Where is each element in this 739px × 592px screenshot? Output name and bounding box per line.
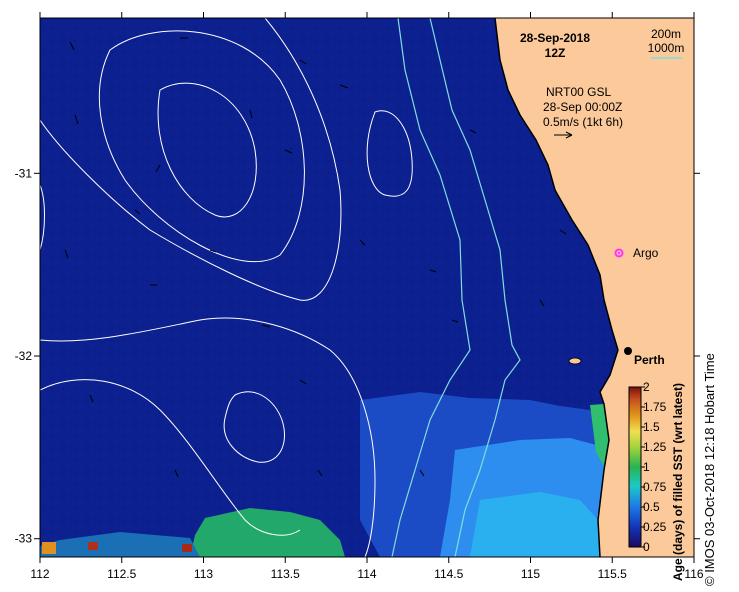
x-tick-label: 115 (521, 567, 540, 581)
current-legend-source: NRT00 GSL (546, 85, 611, 99)
colorbar-title: Age (days) of filled SST (wrt latest) (671, 382, 685, 581)
age-patch-red-2 (182, 544, 192, 552)
x-tick-label: 113.5 (271, 567, 300, 581)
perth-label: Perth (634, 353, 665, 367)
map-time: 12Z (545, 46, 566, 60)
bathy-legend-200m: 200m (651, 27, 681, 41)
sst-age-map: 28-Sep-2018 12Z 200m 1000m NRT00 GSL 28-… (15, 12, 704, 581)
x-tick-label: 114 (357, 567, 376, 581)
age-patch-red (88, 542, 98, 550)
colorbar-tick-label: 2 (643, 380, 650, 394)
x-tick-label: 113 (194, 567, 213, 581)
colorbar-tick-label: 1.5 (643, 420, 660, 434)
colorbar-tick-label: 1.75 (643, 400, 667, 414)
colorbar-tick-label: 1.25 (643, 440, 667, 454)
colorbar-tick-label: 0 (643, 540, 650, 554)
y-tick-label: -31 (15, 166, 33, 180)
map-date: 28-Sep-2018 (520, 31, 590, 45)
argo-label: Argo (633, 246, 659, 260)
current-legend-scale: 0.5m/s (1kt 6h) (543, 115, 623, 129)
colorbar-tick-label: 0.25 (643, 520, 667, 534)
rottnest-island (568, 357, 582, 365)
imos-credit: © IMOS 03-Oct-2018 12:18 Hobart Time (702, 353, 717, 586)
colorbar-tick-label: 0.5 (643, 500, 660, 514)
colorbar-tick-label: 0.75 (643, 480, 667, 494)
perth-marker (624, 347, 632, 355)
bathy-legend-1000m: 1000m (648, 41, 685, 55)
x-tick-label: 112.5 (107, 567, 136, 581)
y-tick-label: -33 (15, 532, 33, 546)
x-tick-label: 115.5 (598, 567, 627, 581)
x-tick-label: 114.5 (434, 567, 463, 581)
y-tick-label: -32 (15, 349, 33, 363)
age-patch-orange (42, 542, 56, 554)
age-patch-cyan (470, 492, 600, 557)
x-tick-label: 116 (684, 567, 703, 581)
colorbar-gradient (628, 386, 642, 548)
colorbar-tick-label: 1 (643, 460, 650, 474)
x-tick-label: 112 (30, 567, 49, 581)
current-legend-time: 28-Sep 00:00Z (543, 100, 622, 114)
argo-float-center (617, 251, 621, 255)
